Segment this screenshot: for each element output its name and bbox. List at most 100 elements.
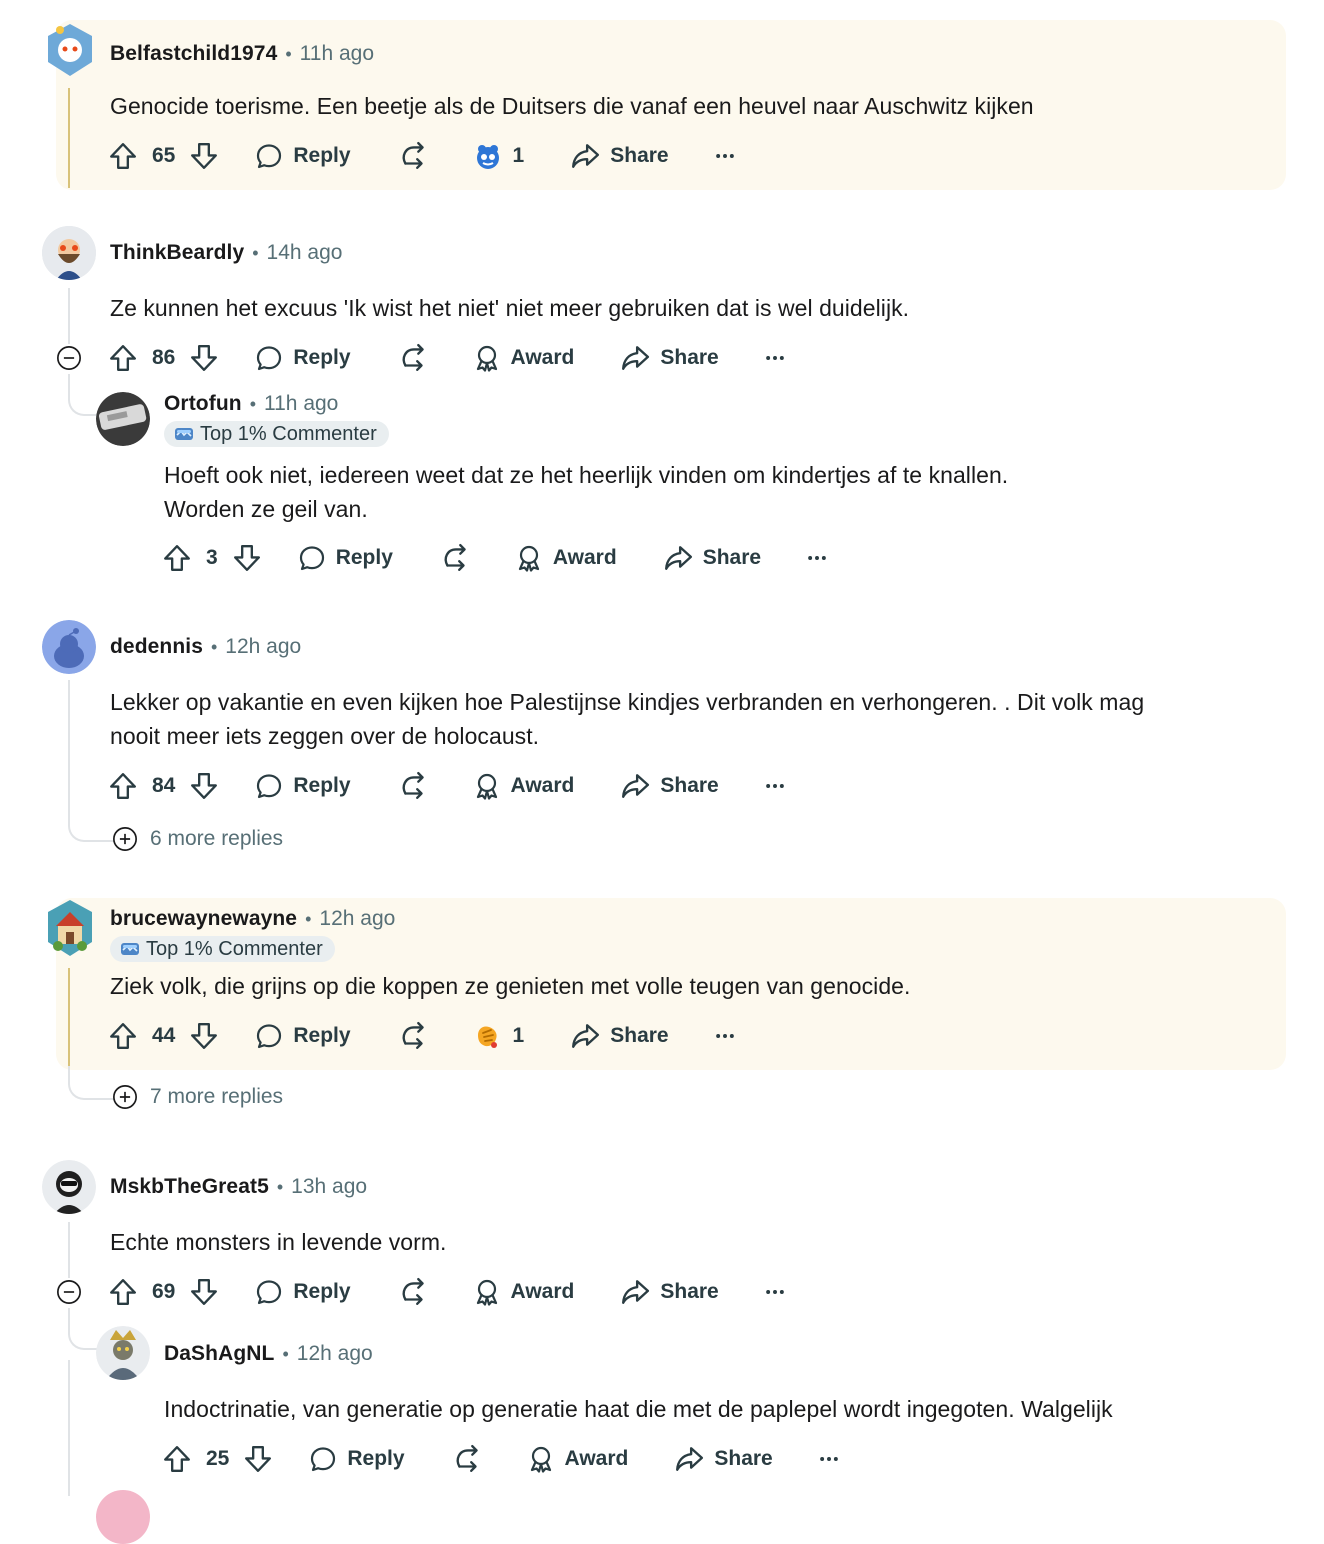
- crosspost-button[interactable]: [441, 543, 471, 573]
- upvote-icon[interactable]: [162, 1444, 192, 1474]
- crosspost-button[interactable]: [399, 1277, 429, 1307]
- crosspost-button[interactable]: [399, 771, 429, 801]
- username[interactable]: MskbTheGreat5: [110, 1175, 269, 1199]
- more-options-button[interactable]: [817, 1447, 841, 1471]
- username[interactable]: Ortofun: [164, 392, 242, 416]
- timestamp[interactable]: 12h ago: [297, 1342, 373, 1366]
- comment-actions: 3 Reply Award Share: [162, 538, 829, 578]
- reply-button[interactable]: Reply: [255, 142, 351, 170]
- crosspost-button[interactable]: [399, 1021, 429, 1051]
- share-button[interactable]: Share: [570, 1021, 669, 1051]
- upvote-icon[interactable]: [108, 141, 138, 171]
- thread-line: [68, 680, 70, 810]
- award-button[interactable]: Award: [473, 772, 574, 800]
- timestamp[interactable]: 11h ago: [264, 392, 338, 416]
- award-button[interactable]: 1: [473, 1021, 524, 1051]
- crosspost-button[interactable]: [453, 1444, 483, 1474]
- upvote-icon[interactable]: [108, 343, 138, 373]
- username[interactable]: Belfastchild1974: [110, 42, 277, 66]
- username[interactable]: ThinkBeardly: [110, 241, 244, 265]
- share-button[interactable]: Share: [620, 771, 719, 801]
- share-button[interactable]: Share: [570, 141, 669, 171]
- more-options-button[interactable]: [713, 144, 737, 168]
- avatar[interactable]: [42, 1160, 96, 1214]
- separator-dot: •: [305, 908, 312, 929]
- snoo-award-icon: [473, 141, 503, 171]
- downvote-icon[interactable]: [232, 543, 262, 573]
- downvote-icon[interactable]: [189, 141, 219, 171]
- share-icon: [620, 1277, 650, 1307]
- separator-dot: •: [282, 1343, 289, 1364]
- more-options-button[interactable]: [763, 346, 787, 370]
- collapse-thread-icon[interactable]: [56, 345, 82, 371]
- more-options-button[interactable]: [763, 774, 787, 798]
- avatar[interactable]: [42, 226, 96, 280]
- crosspost-button[interactable]: [399, 343, 429, 373]
- crosspost-icon: [399, 1021, 429, 1051]
- avatar[interactable]: [44, 22, 96, 78]
- thread-connector: [68, 800, 114, 842]
- timestamp[interactable]: 12h ago: [319, 907, 395, 931]
- timestamp[interactable]: 13h ago: [291, 1175, 367, 1199]
- username[interactable]: brucewaynewayne: [110, 907, 297, 931]
- share-button[interactable]: Share: [663, 543, 761, 573]
- username[interactable]: DaShAgNL: [164, 1342, 274, 1366]
- award-button[interactable]: Award: [527, 1445, 628, 1473]
- username[interactable]: dedennis: [110, 635, 203, 659]
- reply-button[interactable]: Reply: [298, 544, 393, 572]
- collapse-thread-icon[interactable]: [56, 1279, 82, 1305]
- downvote-icon[interactable]: [189, 1021, 219, 1051]
- more-replies-button[interactable]: 7 more replies: [112, 1084, 283, 1110]
- timestamp[interactable]: 12h ago: [225, 635, 301, 659]
- separator-dot: •: [276, 1176, 284, 1197]
- more-options-button[interactable]: [713, 1024, 737, 1048]
- share-button[interactable]: Share: [674, 1444, 773, 1474]
- comment-body-line: Worden ze geil van.: [164, 496, 368, 522]
- comment-body-line: Hoeft ook niet, iedereen weet dat ze het…: [164, 462, 1009, 488]
- upvote-icon[interactable]: [162, 543, 192, 573]
- top-commenter-icon: [174, 426, 194, 442]
- comment-actions: 84 Reply Award Share: [108, 766, 787, 806]
- reply-button[interactable]: Reply: [255, 344, 351, 372]
- reply-button[interactable]: Reply: [309, 1445, 405, 1473]
- user-flair: Top 1% Commenter: [164, 421, 389, 447]
- award-button[interactable]: Award: [515, 544, 617, 572]
- share-icon: [570, 141, 600, 171]
- reply-button[interactable]: Reply: [255, 1278, 351, 1306]
- comment-actions: 69 Reply Award Share: [108, 1272, 787, 1312]
- comment-body-line: Lekker op vakantie en even kijken hoe Pa…: [110, 689, 1145, 715]
- crosspost-button[interactable]: [399, 141, 429, 171]
- timestamp[interactable]: 11h ago: [300, 42, 374, 66]
- upvote-icon[interactable]: [108, 771, 138, 801]
- expand-icon: [112, 826, 138, 852]
- avatar[interactable]: [44, 898, 96, 958]
- avatar[interactable]: [96, 1326, 150, 1380]
- downvote-icon[interactable]: [189, 343, 219, 373]
- timestamp[interactable]: 14h ago: [267, 241, 343, 265]
- share-button[interactable]: Share: [620, 343, 719, 373]
- share-button[interactable]: Share: [620, 1277, 719, 1307]
- avatar[interactable]: [96, 392, 150, 446]
- share-icon: [674, 1444, 704, 1474]
- avatar[interactable]: [96, 1490, 150, 1544]
- reply-icon: [255, 1022, 283, 1050]
- reply-button[interactable]: Reply: [255, 772, 351, 800]
- avatar[interactable]: [42, 620, 96, 674]
- upvote-icon[interactable]: [108, 1277, 138, 1307]
- more-options-button[interactable]: [763, 1280, 787, 1304]
- crosspost-icon: [399, 771, 429, 801]
- award-icon: [527, 1445, 555, 1473]
- award-button[interactable]: Award: [473, 344, 574, 372]
- downvote-icon[interactable]: [189, 771, 219, 801]
- reply-button[interactable]: Reply: [255, 1022, 351, 1050]
- more-replies-button[interactable]: 6 more replies: [112, 826, 283, 852]
- award-button[interactable]: 1: [473, 141, 524, 171]
- comment-body: Indoctrinatie, van generatie op generati…: [164, 1396, 1113, 1422]
- award-button[interactable]: Award: [473, 1278, 574, 1306]
- downvote-icon[interactable]: [189, 1277, 219, 1307]
- reply-icon: [255, 1278, 283, 1306]
- separator-dot: •: [249, 393, 256, 414]
- more-options-button[interactable]: [805, 546, 829, 570]
- downvote-icon[interactable]: [243, 1444, 273, 1474]
- upvote-icon[interactable]: [108, 1021, 138, 1051]
